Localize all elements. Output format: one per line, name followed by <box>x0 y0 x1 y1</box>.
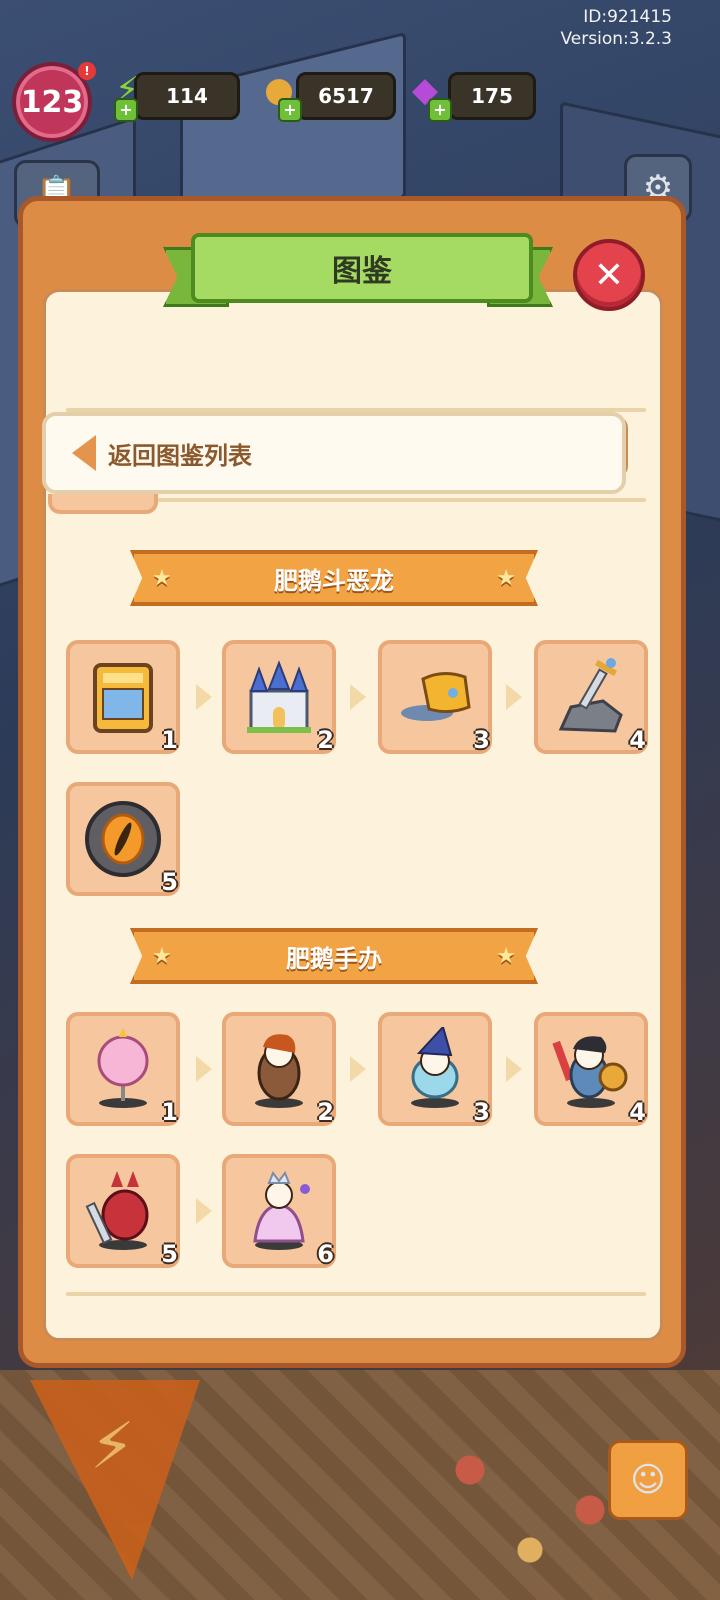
build-info: ID:921415 Version:3.2.3 <box>561 6 673 50</box>
modal-title: 图鉴 <box>191 233 533 303</box>
sword-in-stone-icon <box>558 658 623 733</box>
chevron-right-icon <box>350 1056 366 1082</box>
collection-item[interactable]: 2 <box>222 1012 336 1126</box>
back-to-list-button[interactable]: 返回图鉴列表 <box>42 412 626 494</box>
collection-item[interactable]: 4 <box>534 640 648 754</box>
section-title: ★ 肥鹅斗恶龙 ★ <box>130 550 538 606</box>
title-ribbon: 图鉴 <box>163 233 553 307</box>
game-cartridge-icon <box>93 663 153 733</box>
wizard-goose-figure-icon <box>411 1027 459 1108</box>
collection-item[interactable]: 3 <box>378 640 492 754</box>
item-number: 5 <box>161 868 178 896</box>
divider <box>66 1292 646 1296</box>
close-icon: ✕ <box>593 254 625 296</box>
collection-item[interactable]: 3 <box>378 1012 492 1126</box>
dragon-knight-figure-icon <box>85 1171 149 1250</box>
item-number: 4 <box>629 726 646 754</box>
collection-item[interactable]: 1 <box>66 1012 180 1126</box>
item-number: 1 <box>161 726 178 754</box>
back-arrow-icon <box>72 435 96 471</box>
item-number: 5 <box>161 1240 178 1268</box>
collection-item[interactable]: 1 <box>66 640 180 754</box>
item-number: 3 <box>473 726 490 754</box>
coin-counter: 6517 <box>296 72 396 120</box>
collection-item[interactable]: 5 <box>66 1154 180 1268</box>
castle-icon <box>247 660 311 733</box>
add-coins-button[interactable]: + <box>278 98 302 122</box>
item-number: 1 <box>161 1098 178 1126</box>
collection-item[interactable]: 5 <box>66 782 180 896</box>
dragon-eye-icon <box>85 801 161 877</box>
section-title: ★ 肥鹅手办 ★ <box>130 928 538 984</box>
item-number: 2 <box>317 726 334 754</box>
level-alert-icon: ! <box>78 62 96 80</box>
pink-goose-figure-icon <box>97 1027 149 1108</box>
collection-item[interactable]: 4 <box>534 1012 648 1126</box>
chevron-right-icon <box>506 1056 522 1082</box>
version-text: Version:3.2.3 <box>560 29 673 49</box>
list-item <box>48 494 158 514</box>
star-icon: ★ <box>152 944 172 969</box>
crown-icon <box>401 672 471 721</box>
gem-counter: 175 <box>448 72 536 120</box>
chevron-right-icon <box>350 684 366 710</box>
chevron-right-icon <box>196 1198 212 1224</box>
star-icon: ★ <box>496 944 516 969</box>
star-icon: ★ <box>152 566 172 591</box>
chevron-right-icon <box>196 1056 212 1082</box>
chevron-right-icon <box>196 684 212 710</box>
princess-goose-figure-icon <box>253 1170 310 1250</box>
collection-item[interactable]: 2 <box>222 640 336 754</box>
knight-goose-figure-icon <box>552 1036 628 1108</box>
add-gems-button[interactable]: + <box>428 98 452 122</box>
item-number: 4 <box>629 1098 646 1126</box>
player-id: ID:921415 <box>583 7 672 27</box>
item-number: 3 <box>473 1098 490 1126</box>
warrior-goose-figure-icon <box>255 1034 303 1108</box>
character-button-icon[interactable]: ☺ <box>608 1440 688 1520</box>
item-number: 2 <box>317 1098 334 1126</box>
star-icon: ★ <box>496 566 516 591</box>
item-number: 6 <box>317 1240 334 1268</box>
close-button[interactable]: ✕ <box>573 239 645 311</box>
add-energy-button[interactable]: + <box>114 98 138 122</box>
back-label: 返回图鉴列表 <box>108 441 252 470</box>
collection-item[interactable]: 6 <box>222 1154 336 1268</box>
chevron-right-icon <box>506 684 522 710</box>
